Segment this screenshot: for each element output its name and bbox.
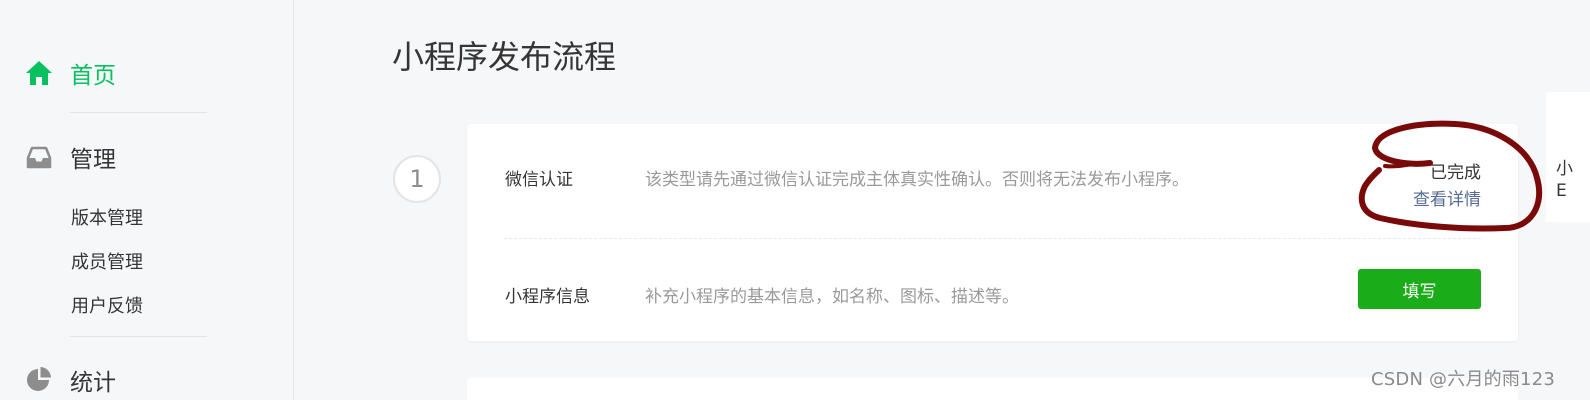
row-title-wechat-verify: 微信认证 — [505, 170, 573, 190]
edge-text-line: 小 — [1556, 159, 1573, 179]
sidebar-item-home[interactable]: 首页 — [24, 56, 116, 90]
right-edge-panel — [1546, 92, 1590, 222]
row-description: 该类型请先通过微信认证完成主体真实性确认。否则将无法发布小程序。 — [645, 170, 1189, 190]
sidebar-item-stats[interactable]: 统计 — [24, 363, 116, 397]
sidebar-subitem-members[interactable]: 成员管理 — [71, 248, 143, 274]
watermark: CSDN @六月的雨123 — [1371, 369, 1555, 390]
view-details-link[interactable]: 查看详情 — [1413, 185, 1481, 210]
fill-button[interactable]: 填写 — [1358, 269, 1481, 309]
divider — [70, 112, 207, 113]
edge-text-line: E — [1556, 181, 1567, 201]
sidebar-item-label: 首页 — [70, 63, 116, 89]
next-step-card — [467, 378, 1518, 400]
row-divider — [504, 238, 1481, 239]
sidebar-subitem-version[interactable]: 版本管理 — [71, 204, 143, 230]
sidebar: 首页 管理 版本管理 成员管理 用户反馈 统计 — [0, 0, 294, 400]
step-number-badge: 1 — [393, 155, 441, 203]
divider — [70, 336, 207, 337]
step-card: 微信认证 该类型请先通过微信认证完成主体真实性确认。否则将无法发布小程序。 已完… — [467, 124, 1518, 341]
row-description: 补充小程序的基本信息，如名称、图标、描述等。 — [645, 287, 1019, 307]
sidebar-item-manage[interactable]: 管理 — [24, 140, 116, 174]
sidebar-subitem-feedback[interactable]: 用户反馈 — [71, 292, 143, 318]
sidebar-item-label: 管理 — [70, 147, 116, 173]
edge-text: 小 E — [1556, 158, 1573, 202]
sidebar-item-label: 统计 — [70, 370, 116, 396]
page-title: 小程序发布流程 — [392, 38, 617, 76]
row-title-app-info: 小程序信息 — [505, 287, 590, 307]
status-completed: 已完成 — [1430, 163, 1481, 183]
home-icon — [24, 58, 54, 88]
pie-chart-icon — [24, 365, 54, 395]
inbox-icon — [24, 142, 54, 172]
